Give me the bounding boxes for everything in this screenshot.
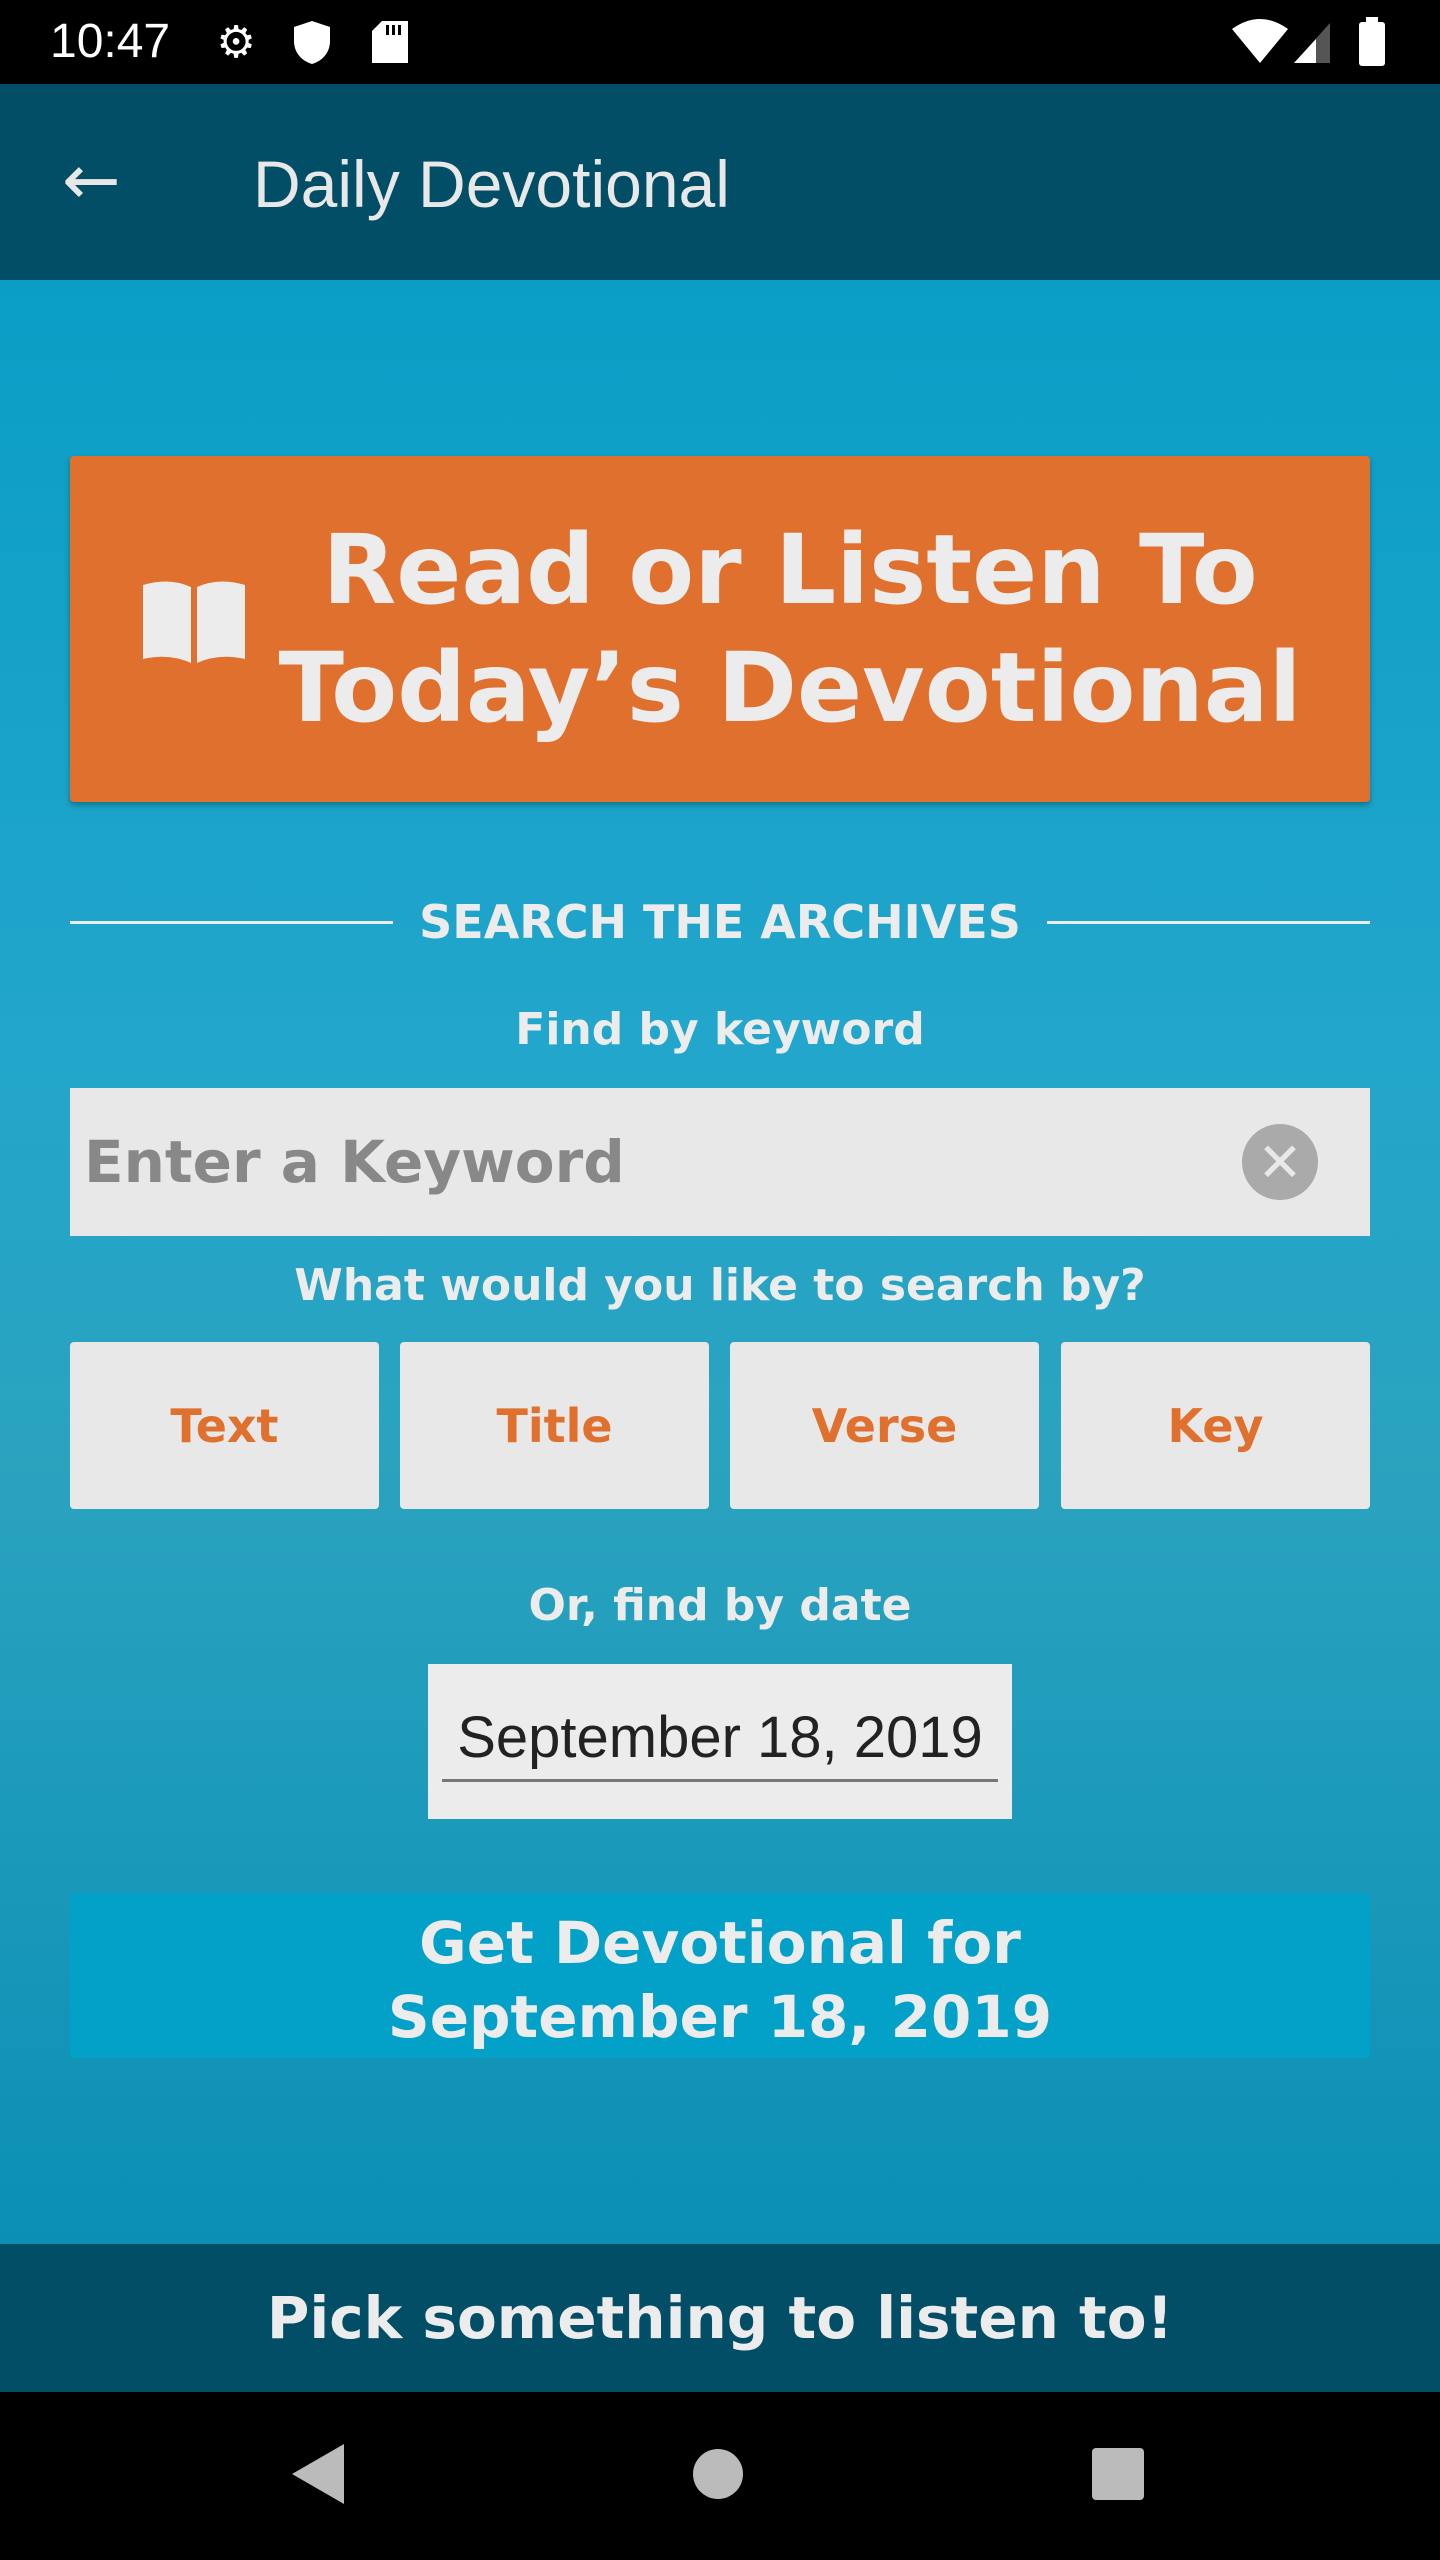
status-bar: 10:47 ⚙ xyxy=(0,0,1440,84)
hero-line-2: Today’s Devotional xyxy=(278,632,1302,744)
get-devotional-button[interactable]: Get Devotional for September 18, 2019 xyxy=(70,1893,1370,2058)
read-todays-devotional-button[interactable]: Read or Listen To Today’s Devotional xyxy=(70,456,1370,802)
app-bar: ← Daily Devotional xyxy=(0,84,1440,280)
wifi-icon xyxy=(1230,18,1290,66)
divider-line xyxy=(70,920,394,924)
keyword-label: Find by keyword xyxy=(515,1004,925,1055)
recents-nav-icon[interactable] xyxy=(1092,2448,1144,2504)
back-nav-icon[interactable] xyxy=(290,2442,346,2510)
search-by-verse-button[interactable]: Verse xyxy=(730,1342,1039,1509)
arrow-left-icon[interactable]: ← xyxy=(62,140,121,220)
hero-line-1: Read or Listen To xyxy=(322,514,1258,626)
shield-icon xyxy=(290,18,334,66)
signal-icon xyxy=(1290,18,1334,66)
navigation-bar xyxy=(0,2392,1440,2560)
open-book-icon xyxy=(139,565,249,693)
listen-bar[interactable]: Pick something to listen to! xyxy=(0,2244,1440,2392)
search-by-key-button[interactable]: Key xyxy=(1061,1342,1370,1509)
divider-line xyxy=(1046,920,1370,924)
section-divider: SEARCH THE ARCHIVES xyxy=(70,895,1370,949)
keyword-field: ✕ xyxy=(70,1088,1370,1236)
search-by-label: What would you like to search by? xyxy=(294,1260,1146,1311)
date-label: Or, find by date xyxy=(528,1580,912,1631)
get-button-line-1: Get Devotional for xyxy=(419,1908,1021,1977)
keyword-input[interactable] xyxy=(70,1128,1242,1196)
main-content: Read or Listen To Today’s Devotional SEAR… xyxy=(0,280,1440,2244)
get-button-line-2: September 18, 2019 xyxy=(387,1982,1053,2051)
search-by-text-button[interactable]: Text xyxy=(70,1342,379,1509)
home-nav-icon[interactable] xyxy=(692,2448,744,2504)
date-value[interactable]: September 18, 2019 xyxy=(442,1704,998,1782)
listen-bar-label: Pick something to listen to! xyxy=(266,2284,1174,2352)
page-title: Daily Devotional xyxy=(253,147,730,221)
search-by-title-button[interactable]: Title xyxy=(400,1342,709,1509)
battery-icon xyxy=(1350,17,1394,66)
date-picker[interactable]: September 18, 2019 xyxy=(428,1664,1012,1819)
section-title: SEARCH THE ARCHIVES xyxy=(419,895,1021,949)
sd-card-icon xyxy=(368,18,412,66)
clear-icon[interactable]: ✕ xyxy=(1242,1124,1318,1200)
status-time: 10:47 xyxy=(50,15,171,68)
gear-icon: ⚙ xyxy=(216,16,256,68)
